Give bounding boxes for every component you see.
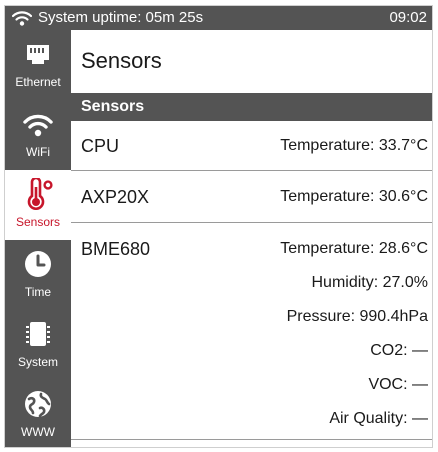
sidebar-item-ethernet[interactable]: Ethernet xyxy=(5,30,71,100)
sensor-name: BME680 xyxy=(81,239,151,259)
page-title: Sensors xyxy=(81,48,162,73)
status-bar: System uptime: 05m 25s 09:02 xyxy=(5,6,432,30)
sensor-temperature: Temperature: 33.7°C xyxy=(280,137,428,154)
sensor-temperature: Temperature: 28.6°C xyxy=(280,240,428,257)
sensor-row-bme680: BME680 Temperature: 28.6°C Humidity: 27.… xyxy=(71,224,432,440)
sidebar-item-sensors[interactable]: Sensors xyxy=(5,170,71,240)
device-screen: System uptime: 05m 25s 09:02 Ethernet Wi… xyxy=(4,5,433,448)
sidebar-item-label: Time xyxy=(24,285,52,299)
sensor-air-quality: Air Quality: — xyxy=(329,410,428,427)
sensor-co2: CO2: — xyxy=(370,342,428,359)
clock-time: 09:02 xyxy=(389,9,427,26)
sensor-row-axp20x: AXP20X Temperature: 30.6°C xyxy=(71,172,432,223)
sidebar: Ethernet WiFi Sensors Time System WWW xyxy=(5,30,71,447)
sidebar-item-label: Ethernet xyxy=(15,75,61,89)
chip-icon xyxy=(26,322,50,346)
sensor-row-cpu: CPU Temperature: 33.7°C xyxy=(71,121,432,171)
sensor-name: AXP20X xyxy=(81,187,150,207)
ethernet-icon xyxy=(27,45,49,64)
clock-icon xyxy=(25,251,51,277)
thermometer-icon xyxy=(27,178,53,210)
sensor-temperature: Temperature: 30.6°C xyxy=(280,188,428,205)
sensor-voc: VOC: — xyxy=(368,376,428,393)
wifi-icon xyxy=(23,114,53,137)
sensor-name: CPU xyxy=(81,136,120,156)
sidebar-item-label: WiFi xyxy=(26,145,50,159)
sidebar-item-www[interactable]: WWW xyxy=(5,380,71,447)
sensor-pressure: Pressure: 990.4hPa xyxy=(286,308,428,325)
wifi-icon xyxy=(12,11,32,26)
sidebar-item-label: System xyxy=(17,355,58,369)
section-header: Sensors xyxy=(71,93,432,121)
sidebar-item-time[interactable]: Time xyxy=(5,240,71,310)
system-uptime: System uptime: 05m 25s xyxy=(38,9,204,26)
globe-icon xyxy=(25,391,51,418)
sensor-humidity: Humidity: 27.0% xyxy=(311,274,429,291)
sidebar-item-system[interactable]: System xyxy=(5,310,71,380)
sidebar-item-label: Sensors xyxy=(15,215,61,229)
sidebar-item-label: WWW xyxy=(21,425,55,439)
sidebar-item-wifi[interactable]: WiFi xyxy=(5,100,71,170)
main-content: Sensors Sensors CPU Temperature: 33.7°C … xyxy=(71,30,432,447)
